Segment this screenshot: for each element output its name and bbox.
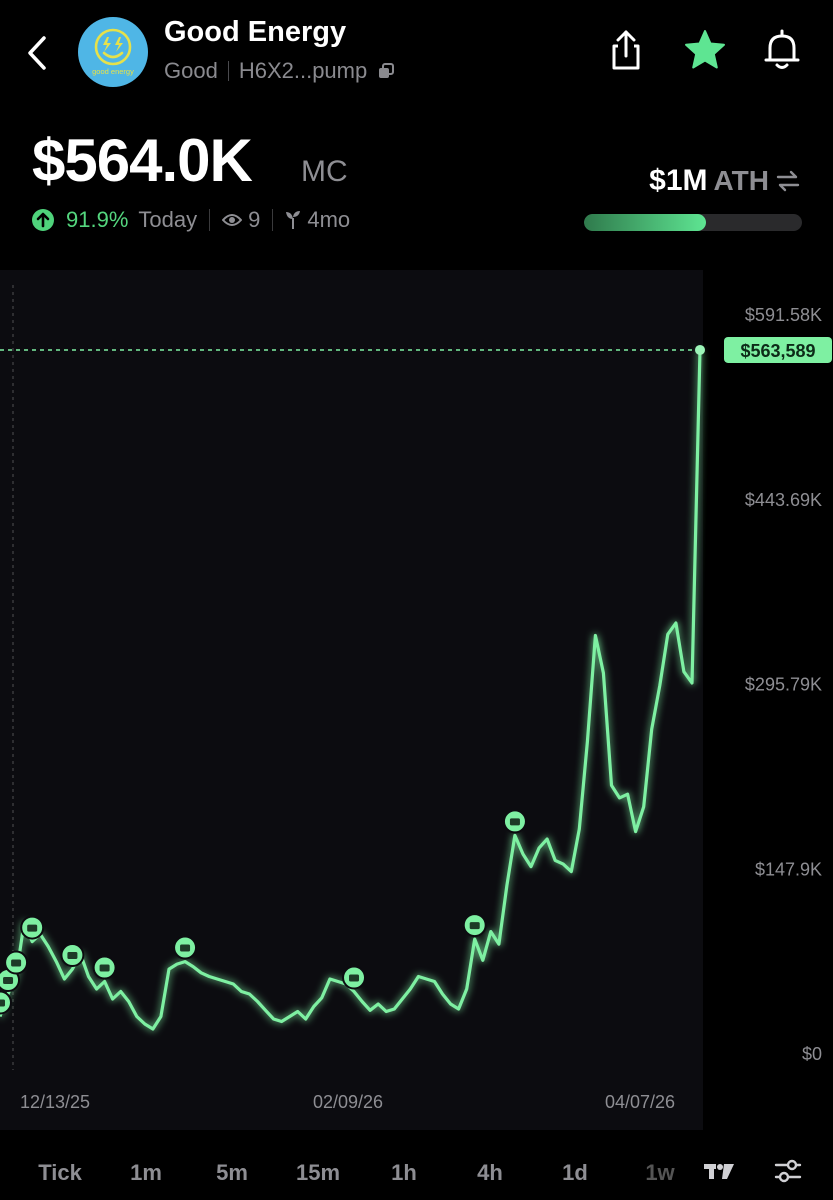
token-symbol: Good (164, 58, 218, 83)
change-percent: 91.9% (66, 207, 129, 232)
market-cap-suffix: MC (301, 155, 348, 188)
alerts-button[interactable] (762, 28, 802, 72)
y-tick-label: $591.58K (745, 305, 822, 325)
smiley-bolt-logo-icon: good energy (92, 28, 134, 76)
price-chart[interactable]: $591.58K $443.69K $295.79K $147.9K $0 12/13/… (0, 270, 833, 1130)
ath-progress-bar (584, 214, 802, 231)
settings-sliders-icon[interactable] (773, 1156, 803, 1186)
y-tick-label: $0 (802, 1044, 822, 1064)
ath-toggle[interactable]: $1M ATH (649, 164, 801, 198)
token-avatar: good energy (78, 17, 148, 87)
trade-marker[interactable] (20, 915, 45, 940)
trade-marker[interactable] (4, 950, 29, 975)
x-tick-label: 02/09/26 (313, 1092, 383, 1112)
market-cap-value: $564.0K (32, 127, 253, 194)
tf-4h[interactable]: 4h (477, 1160, 503, 1186)
back-chevron-icon (28, 36, 46, 70)
y-tick-label: $295.79K (745, 675, 822, 695)
copy-icon[interactable] (377, 62, 395, 80)
current-price-dot (695, 344, 705, 355)
watchers-count: 9 (248, 207, 261, 232)
divider (209, 209, 211, 231)
trade-marker[interactable] (342, 965, 367, 990)
token-age: 4mo (307, 207, 351, 232)
trade-marker[interactable] (173, 935, 198, 960)
arrow-up-circle-icon (32, 209, 54, 231)
tf-tick[interactable]: Tick (38, 1160, 82, 1186)
favorite-button[interactable] (684, 28, 725, 72)
ath-label: ATH (713, 165, 769, 196)
tf-1m[interactable]: 1m (130, 1160, 162, 1186)
x-tick-label: 12/13/25 (20, 1092, 90, 1112)
sprout-icon (286, 211, 301, 229)
trade-marker[interactable] (92, 955, 117, 980)
token-address[interactable]: H6X2...pump (239, 58, 367, 84)
bell-icon (764, 29, 800, 69)
stats-row: 91.9% Today 9 4mo (32, 207, 350, 233)
x-tick-label: 04/07/26 (605, 1092, 675, 1112)
change-period: Today (138, 207, 198, 232)
star-icon (685, 30, 725, 69)
divider (227, 61, 229, 81)
share-button[interactable] (606, 28, 646, 72)
y-tick-label: $147.9K (755, 859, 822, 879)
tradingview-icon[interactable] (702, 1156, 736, 1186)
chart-plot-area (0, 270, 703, 1130)
trade-marker[interactable] (462, 913, 487, 938)
token-name: Good Energy (164, 16, 347, 48)
tf-5m[interactable]: 5m (216, 1160, 248, 1186)
y-tick-label: $443.69K (745, 490, 822, 510)
swap-arrows-icon (776, 170, 800, 192)
timeframe-bar: Tick 1m 5m 15m 1h 4h 1d 1w (0, 1148, 833, 1198)
tf-15m[interactable]: 15m (296, 1160, 340, 1186)
ath-value: $1M (649, 164, 708, 197)
tf-1w[interactable]: 1w (645, 1160, 674, 1186)
trade-marker[interactable] (60, 943, 85, 968)
back-button[interactable] (22, 30, 58, 76)
tf-1d[interactable]: 1d (562, 1160, 588, 1186)
trade-marker[interactable] (502, 809, 527, 834)
share-icon (612, 30, 640, 70)
eye-icon (222, 214, 243, 226)
logo-text: good energy (92, 67, 134, 76)
tf-1h[interactable]: 1h (391, 1160, 417, 1186)
current-price-label: $563,589 (740, 341, 815, 361)
divider (272, 209, 274, 231)
ath-progress-fill (584, 214, 707, 231)
token-sub-row: Good H6X2...pump (164, 58, 395, 84)
